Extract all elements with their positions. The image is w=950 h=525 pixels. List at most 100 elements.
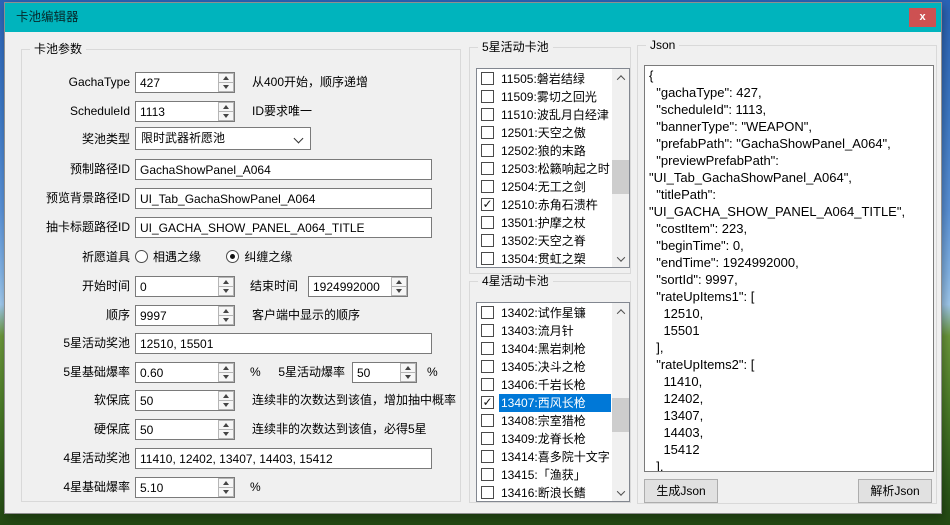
- title-bar[interactable]: 卡池编辑器 x: [5, 3, 941, 32]
- checkbox-icon[interactable]: [481, 468, 494, 481]
- pool-type-select[interactable]: 限时武器祈愿池: [135, 127, 311, 150]
- spin-down-button[interactable]: [218, 112, 234, 121]
- json-textarea[interactable]: { "gachaType": 427, "scheduleId": 1113, …: [644, 65, 934, 472]
- list-item[interactable]: 13504:贯虹之槊: [478, 250, 611, 266]
- gacha-type-label: GachaType: [30, 72, 130, 93]
- spin-up-button[interactable]: [391, 277, 407, 287]
- checkbox-icon[interactable]: [481, 396, 494, 409]
- row-hard-pity: 硬保底 连续非的次数达到该值，必得5星: [30, 419, 454, 441]
- list-item[interactable]: 13414:喜多院十文字: [478, 448, 611, 466]
- list-item[interactable]: 13406:千岩长枪: [478, 376, 611, 394]
- list-item[interactable]: 13404:黑岩刺枪: [478, 340, 611, 358]
- list-item[interactable]: 12502:狼的末路: [478, 142, 611, 160]
- checkbox-icon[interactable]: [481, 252, 494, 265]
- radio-option-acquaint-fate[interactable]: 相遇之缘: [135, 250, 201, 264]
- spin-up-button[interactable]: [400, 363, 416, 373]
- spin-up-button[interactable]: [218, 73, 234, 83]
- spin-up-button[interactable]: [218, 391, 234, 401]
- list-item[interactable]: 13405:决斗之枪: [478, 358, 611, 376]
- list-item[interactable]: 13407:西风长枪: [478, 394, 611, 412]
- checkbox-icon[interactable]: [481, 72, 494, 85]
- four-star-pool-input[interactable]: [135, 448, 432, 469]
- list-item[interactable]: 12503:松籁响起之时: [478, 160, 611, 178]
- list-item[interactable]: 13409:龙脊长枪: [478, 430, 611, 448]
- chevron-down-icon: [294, 134, 304, 144]
- checkbox-icon[interactable]: [481, 486, 494, 499]
- checkbox-icon[interactable]: [481, 198, 494, 211]
- scroll-down-button[interactable]: [612, 250, 629, 267]
- params-group: 卡池参数 GachaType 从400开始，顺序递增 ScheduleId ID…: [21, 49, 461, 502]
- checkbox-icon[interactable]: [481, 324, 494, 337]
- checkbox-icon[interactable]: [481, 360, 494, 373]
- gacha-type-input[interactable]: [136, 73, 217, 92]
- spin-down-button[interactable]: [218, 430, 234, 439]
- sort-order-label: 顺序: [30, 305, 130, 326]
- list-item[interactable]: 12501:天空之傲: [478, 124, 611, 142]
- scroll-down-button[interactable]: [612, 484, 629, 501]
- list-item[interactable]: 13416:断浪长鳍: [478, 484, 611, 500]
- spin-up-icon: [223, 423, 229, 427]
- five-star-event-rate-input[interactable]: [353, 363, 399, 382]
- list-item[interactable]: 13403:流月针: [478, 322, 611, 340]
- schedule-id-input[interactable]: [136, 102, 217, 121]
- spin-up-button[interactable]: [218, 478, 234, 488]
- list-item[interactable]: 13402:试作星镰: [478, 304, 611, 322]
- checkbox-icon[interactable]: [481, 162, 494, 175]
- five-star-base-rate-input[interactable]: [136, 363, 217, 382]
- checkbox-icon[interactable]: [481, 306, 494, 319]
- list-item[interactable]: 13408:宗室猎枪: [478, 412, 611, 430]
- sort-order-input[interactable]: [136, 306, 217, 325]
- title-path-input[interactable]: [135, 217, 432, 238]
- spin-up-button[interactable]: [218, 420, 234, 430]
- checkbox-icon[interactable]: [481, 234, 494, 247]
- list-item[interactable]: 11505:磐岩结绿: [478, 70, 611, 88]
- spin-up-button[interactable]: [218, 306, 234, 316]
- list-item[interactable]: 11509:雾切之回光: [478, 88, 611, 106]
- soft-pity-input[interactable]: [136, 391, 217, 410]
- end-time-input[interactable]: [309, 277, 390, 296]
- checkbox-icon[interactable]: [481, 378, 494, 391]
- checkbox-icon[interactable]: [481, 144, 494, 157]
- list-item[interactable]: 13415:「渔获」: [478, 466, 611, 484]
- checkbox-icon[interactable]: [481, 342, 494, 355]
- checkbox-icon[interactable]: [481, 126, 494, 139]
- five-star-pool-input[interactable]: [135, 333, 432, 354]
- checkbox-icon[interactable]: [481, 432, 494, 445]
- hard-pity-input[interactable]: [136, 420, 217, 439]
- preview-path-input[interactable]: [135, 188, 432, 209]
- checkbox-icon[interactable]: [481, 180, 494, 193]
- checkbox-icon[interactable]: [481, 216, 494, 229]
- spin-up-button[interactable]: [218, 102, 234, 112]
- begin-time-label: 开始时间: [30, 276, 130, 297]
- scrollbar-thumb[interactable]: [612, 160, 629, 194]
- list-item[interactable]: 11510:波乱月白经津: [478, 106, 611, 124]
- scroll-up-button[interactable]: [612, 69, 629, 86]
- generate-json-button[interactable]: 生成Json: [644, 479, 718, 503]
- list-item-label: 12503:松籁响起之时: [499, 160, 611, 178]
- parse-json-button[interactable]: 解析Json: [858, 479, 932, 503]
- scrollbar[interactable]: [612, 303, 629, 501]
- spin-down-button[interactable]: [391, 287, 407, 296]
- radio-option-intertwined-fate[interactable]: 纠缠之缘: [226, 250, 292, 264]
- checkbox-icon[interactable]: [481, 108, 494, 121]
- scrollbar-thumb[interactable]: [612, 398, 629, 432]
- checkbox-icon[interactable]: [481, 414, 494, 427]
- list-item[interactable]: 12510:赤角石溃杵: [478, 196, 611, 214]
- json-group-title: Json: [646, 38, 679, 52]
- checkbox-icon[interactable]: [481, 90, 494, 103]
- list-item[interactable]: 12504:无工之剑: [478, 178, 611, 196]
- spin-down-button[interactable]: [218, 401, 234, 410]
- four-star-base-rate-input[interactable]: [136, 478, 217, 497]
- prefab-path-input[interactable]: [135, 159, 432, 180]
- scroll-up-button[interactable]: [612, 303, 629, 320]
- list-item[interactable]: 13502:天空之脊: [478, 232, 611, 250]
- list-item[interactable]: 13501:护摩之杖: [478, 214, 611, 232]
- spin-down-button[interactable]: [400, 373, 416, 382]
- checkbox-icon[interactable]: [481, 450, 494, 463]
- row-four-star-pool: 4星活动奖池: [30, 448, 454, 470]
- scrollbar[interactable]: [612, 69, 629, 267]
- spin-down-button[interactable]: [218, 83, 234, 92]
- spin-down-button[interactable]: [218, 316, 234, 325]
- spin-down-button[interactable]: [218, 488, 234, 497]
- close-button[interactable]: x: [909, 8, 936, 27]
